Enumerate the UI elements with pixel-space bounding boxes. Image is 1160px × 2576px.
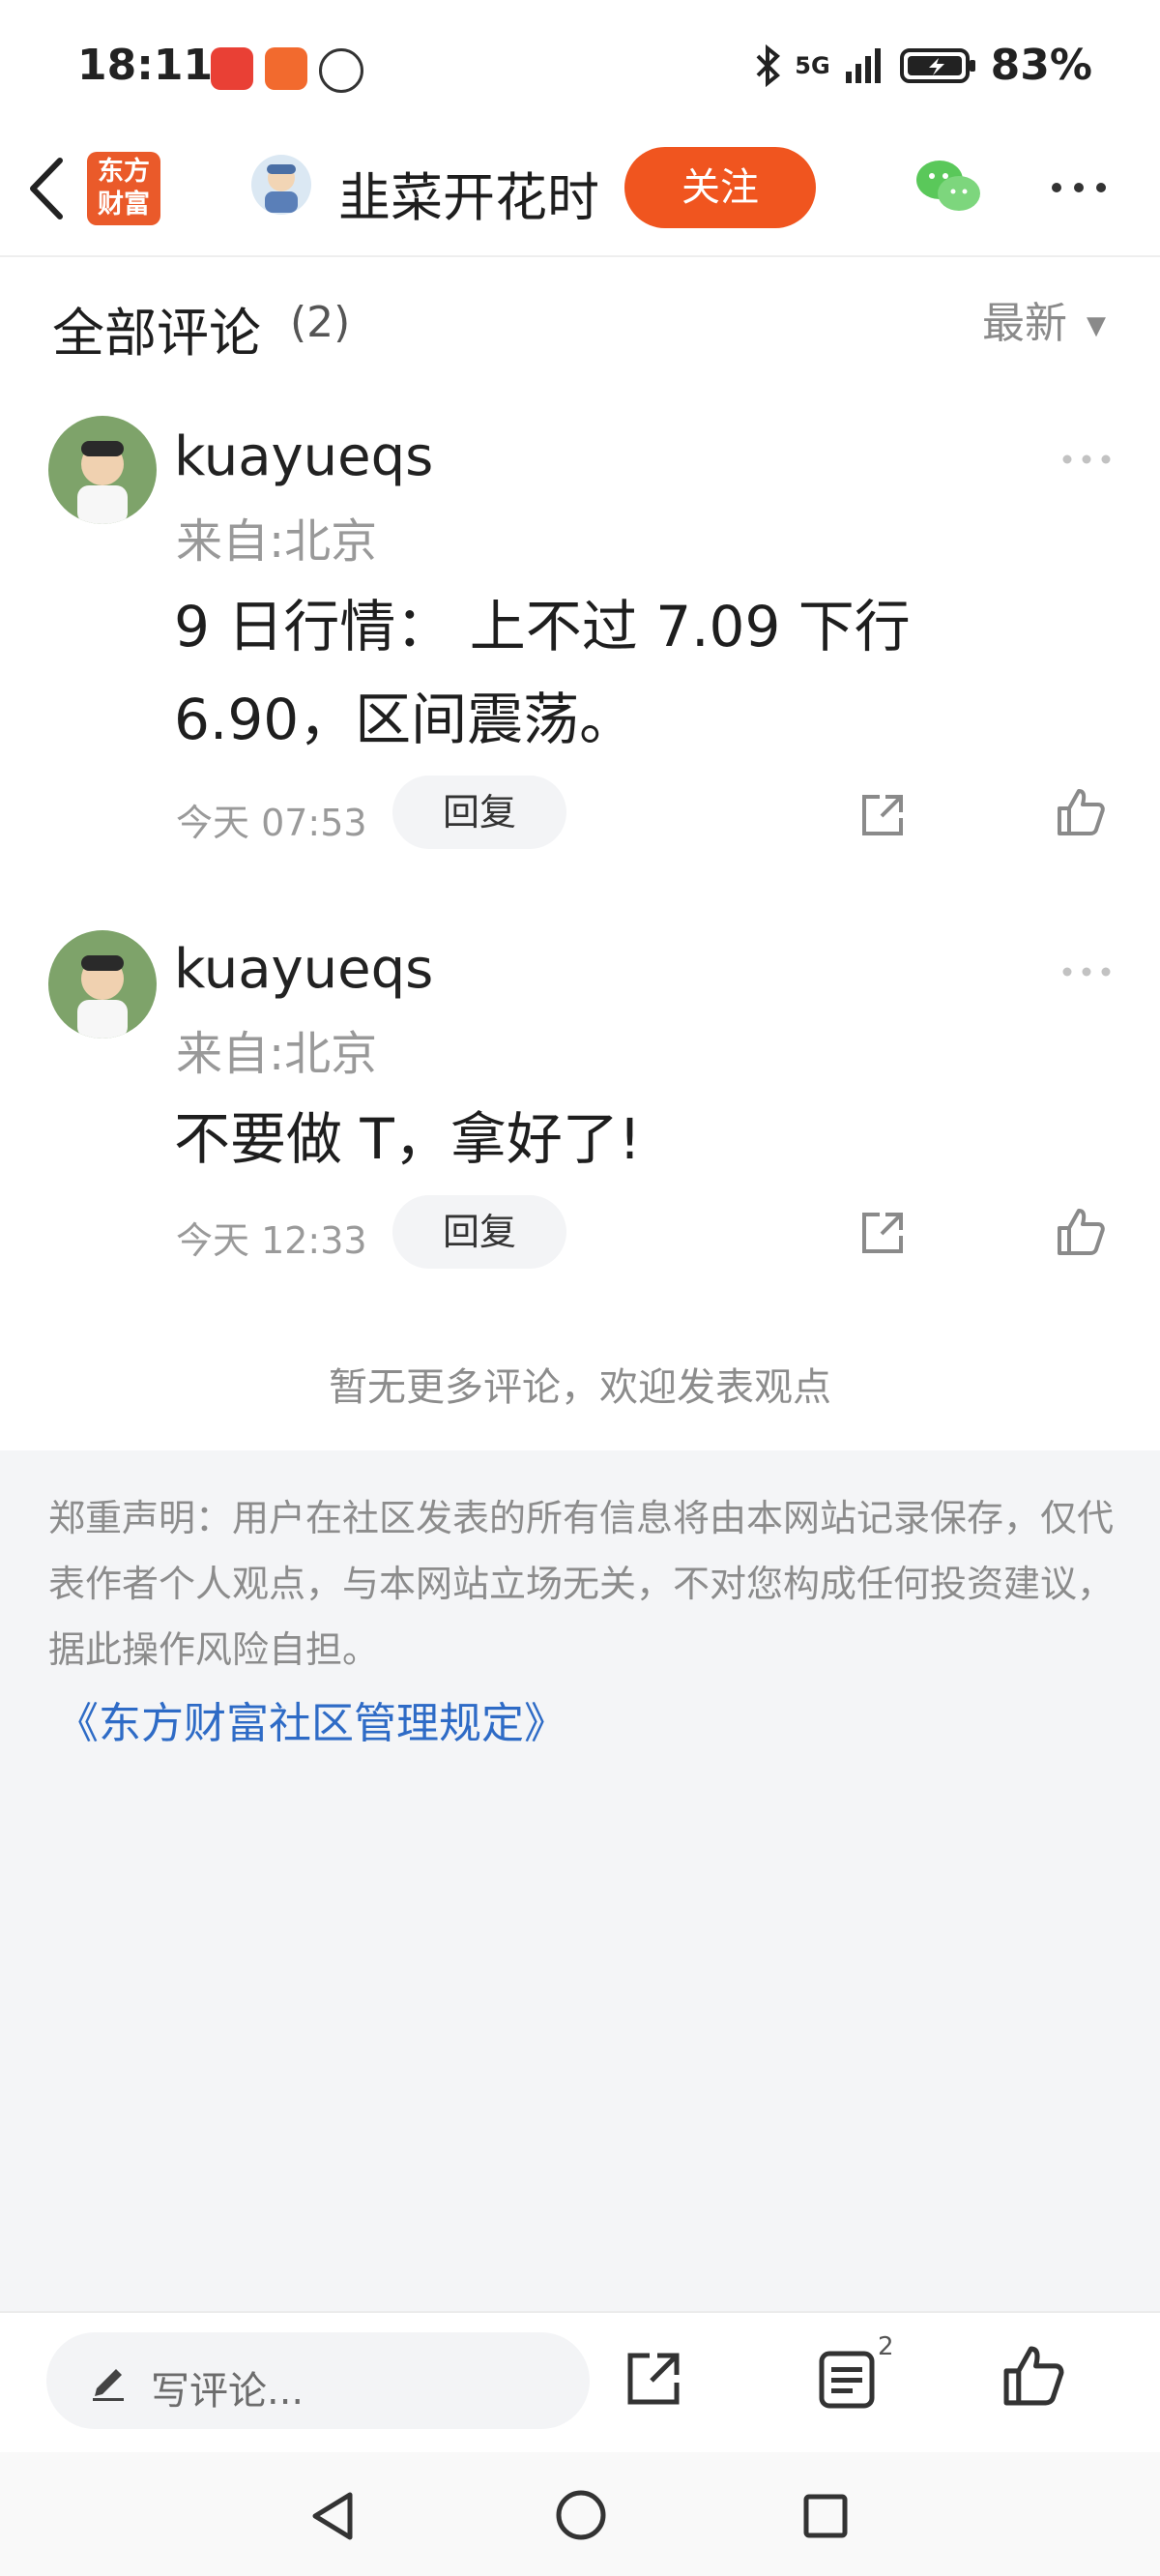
comment-count-badge: 2 bbox=[878, 2332, 894, 2361]
share-icon bbox=[862, 1213, 903, 1253]
commenter-avatar[interactable] bbox=[48, 416, 157, 524]
avatar-image bbox=[48, 416, 157, 524]
app-logo[interactable]: 东方 财富 bbox=[87, 152, 160, 225]
hand-icon bbox=[319, 48, 363, 93]
logo-text: 东方 财富 bbox=[98, 157, 150, 220]
comment-placeholder: 写评论... bbox=[151, 2369, 304, 2414]
nav-recents-button[interactable] bbox=[802, 2493, 849, 2543]
more-dots-icon bbox=[1062, 454, 1111, 464]
disclaimer-text: 郑重声明：用户在社区发表的所有信息将由本网站记录保存，仅代表作者个人观点，与本网… bbox=[48, 1497, 1115, 1671]
app-notification-icon bbox=[211, 47, 253, 90]
commenter-name[interactable]: kuayueqs bbox=[174, 938, 433, 1001]
comment-list-button[interactable] bbox=[818, 2350, 876, 2414]
app-notification-icon bbox=[265, 47, 307, 90]
list-icon bbox=[819, 2351, 875, 2409]
more-options-button[interactable] bbox=[1050, 180, 1108, 198]
follow-button[interactable]: 关注 bbox=[624, 147, 816, 228]
share-icon bbox=[627, 2353, 680, 2405]
nav-recents-icon bbox=[803, 2494, 848, 2538]
commenter-location: 来自:北京 bbox=[176, 1027, 378, 1081]
thumbs-up-icon bbox=[1058, 1209, 1105, 1255]
thumbs-up-icon bbox=[1058, 789, 1105, 835]
no-more-comments: 暂无更多评论，欢迎发表观点 bbox=[329, 1365, 831, 1410]
share-comment-button[interactable] bbox=[858, 791, 907, 843]
bluetooth-icon bbox=[756, 44, 781, 87]
nav-home-icon bbox=[556, 2490, 606, 2540]
avatar-image bbox=[48, 930, 157, 1039]
status-right: 5G 83% bbox=[754, 41, 1092, 90]
commenter-avatar[interactable] bbox=[48, 930, 157, 1039]
comment-time: 今天 12:33 bbox=[176, 1219, 367, 1262]
more-dots-icon bbox=[1052, 183, 1106, 192]
share-comment-button[interactable] bbox=[858, 1209, 907, 1261]
battery-level: 83% bbox=[990, 41, 1092, 90]
nav-back-button[interactable] bbox=[307, 2489, 358, 2547]
header-divider bbox=[0, 255, 1160, 257]
back-button[interactable] bbox=[25, 155, 68, 226]
comment-more-button[interactable] bbox=[1061, 451, 1112, 469]
like-button[interactable] bbox=[1001, 2344, 1065, 2412]
reply-button[interactable]: 回复 bbox=[392, 776, 566, 849]
comment-input[interactable] bbox=[46, 2332, 590, 2429]
signal-icon bbox=[845, 47, 881, 83]
wechat-share-button[interactable] bbox=[914, 159, 982, 219]
comment-more-button[interactable] bbox=[1061, 963, 1112, 981]
network-label: 5G bbox=[795, 51, 830, 79]
all-comments-title: 全部评论 bbox=[52, 303, 261, 364]
status-time: 18:11 bbox=[77, 41, 214, 90]
like-comment-button[interactable] bbox=[1056, 787, 1106, 841]
back-arrow-icon bbox=[30, 158, 63, 220]
share-icon bbox=[862, 795, 903, 835]
nav-home-button[interactable] bbox=[555, 2489, 607, 2545]
caret-down-icon: ▼ bbox=[1087, 311, 1106, 340]
community-rules-link[interactable]: 《东方财富社区管理规定》 bbox=[56, 1688, 566, 1750]
comment-time: 今天 07:53 bbox=[176, 802, 367, 844]
sort-dropdown[interactable]: 最新 ▼ bbox=[982, 288, 1106, 350]
author-avatar[interactable] bbox=[251, 155, 311, 215]
comment-count: (2) bbox=[290, 298, 351, 347]
more-dots-icon bbox=[1062, 967, 1111, 977]
share-button[interactable] bbox=[623, 2348, 684, 2414]
avatar-image bbox=[265, 164, 298, 213]
commenter-location: 来自:北京 bbox=[176, 514, 378, 569]
page-title: 韭菜开花时 bbox=[338, 167, 599, 228]
sort-label: 最新 bbox=[982, 299, 1067, 348]
like-comment-button[interactable] bbox=[1056, 1207, 1106, 1261]
battery-icon bbox=[899, 47, 975, 83]
reply-button[interactable]: 回复 bbox=[392, 1195, 566, 1269]
pencil-icon bbox=[89, 2359, 128, 2406]
commenter-name[interactable]: kuayueqs bbox=[174, 425, 433, 488]
thumbs-up-icon bbox=[1003, 2346, 1064, 2406]
wechat-icon bbox=[916, 161, 980, 211]
comment-text: 不要做 T，拿好了! bbox=[174, 1106, 642, 1172]
comment-text: 9 日行情： 上不过 7.09 下行 6.90，区间震荡。 bbox=[174, 594, 911, 752]
nav-back-icon bbox=[312, 2492, 353, 2540]
